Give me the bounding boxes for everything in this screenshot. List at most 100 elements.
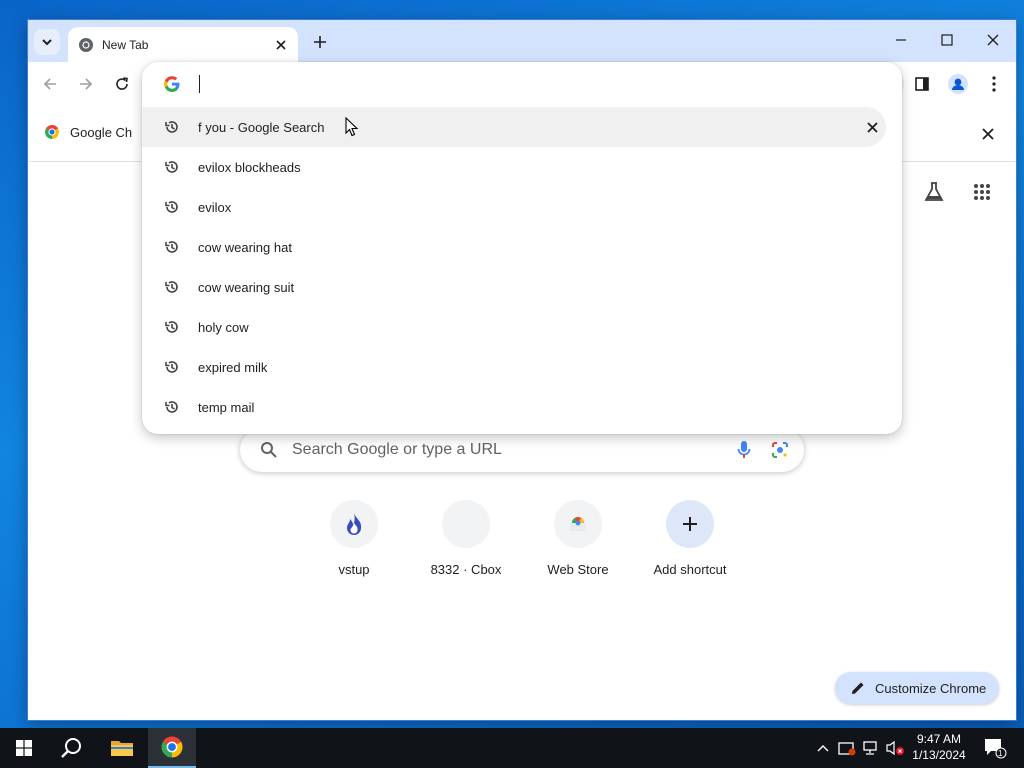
suggestion-text: temp mail	[198, 399, 255, 415]
menu-button[interactable]	[982, 72, 1006, 96]
chrome-window: New Tab Google Ch Search Google or type …	[28, 20, 1016, 720]
security-tray-icon[interactable]	[836, 728, 858, 768]
tab-title: New Tab	[102, 37, 149, 52]
forward-button[interactable]	[74, 72, 98, 96]
notification-center-button[interactable]: 1	[980, 728, 1010, 768]
suggestion-item[interactable]: holy cow	[142, 307, 902, 347]
tab-search-button[interactable]	[34, 29, 60, 55]
shortcut-tile[interactable]: Web Store	[522, 500, 634, 577]
close-icon	[982, 128, 994, 140]
tab-close-button[interactable]	[272, 36, 290, 54]
taskbar-clock[interactable]: 9:47 AM 1/13/2024	[906, 731, 972, 763]
taskbar-search-button[interactable]	[48, 728, 96, 768]
suggestion-text: cow wearing suit	[198, 279, 295, 295]
customize-label: Customize Chrome	[875, 680, 987, 696]
apps-button[interactable]	[968, 178, 996, 206]
suggestion-text: evilox	[198, 199, 232, 215]
apps-grid-icon	[974, 184, 990, 200]
suggestion-item[interactable]: temp mail	[142, 387, 902, 427]
notification-icon	[985, 739, 1007, 759]
maximize-button[interactable]	[933, 28, 961, 52]
suggestion-item[interactable]: expired milk	[142, 347, 902, 387]
network-tray-icon[interactable]	[860, 728, 882, 768]
windows-logo-icon	[16, 740, 32, 756]
side-panel-button[interactable]	[910, 72, 934, 96]
add-shortcut-button[interactable]: Add shortcut	[634, 500, 746, 577]
security-icon	[838, 742, 856, 756]
search-icon	[261, 442, 277, 458]
file-explorer-button[interactable]	[98, 728, 146, 768]
volume-muted-icon	[886, 740, 904, 756]
shortcut-tile[interactable]: 8332 · Cbox	[410, 500, 522, 577]
bookmark-item[interactable]: Google Ch	[44, 124, 132, 140]
history-icon	[165, 401, 178, 413]
shortcut-icon-circle	[554, 500, 602, 548]
close-icon	[866, 121, 878, 133]
chevron-up-icon	[817, 745, 829, 752]
clock-date: 1/13/2024	[912, 748, 966, 762]
remove-suggestion-button[interactable]	[862, 117, 882, 137]
suggestion-item[interactable]: evilox	[142, 187, 902, 227]
arrow-left-icon	[43, 78, 56, 90]
info-bar-close-button[interactable]	[978, 124, 998, 144]
bookmark-label: Google Ch	[70, 124, 133, 140]
suggestion-text: f you - Google Search	[198, 119, 325, 135]
suggestion-item[interactable]: cow wearing suit	[142, 267, 902, 307]
blank-icon	[442, 500, 490, 548]
history-icon	[165, 361, 178, 373]
minimize-icon	[896, 39, 906, 41]
side-panel-icon	[915, 77, 929, 91]
suggestion-item[interactable]: cow wearing hat	[142, 227, 902, 267]
close-icon	[987, 34, 999, 46]
lens-search-button[interactable]	[768, 438, 792, 462]
google-g-icon	[164, 76, 180, 92]
volume-tray-icon[interactable]	[884, 728, 906, 768]
chrome-favicon-icon	[79, 37, 93, 52]
flame-icon	[347, 513, 362, 535]
shortcuts: vstup 8332 · Cbox Web Store Add shortcut	[298, 500, 746, 577]
chrome-logo-icon	[45, 125, 59, 139]
shortcut-icon-circle	[666, 500, 714, 548]
pencil-icon	[852, 682, 864, 694]
ntp-search-placeholder: Search Google or type a URL	[292, 441, 502, 458]
network-icon	[863, 741, 877, 755]
folder-icon	[111, 741, 133, 756]
tab-new-tab[interactable]: New Tab	[68, 27, 298, 62]
suggestion-text: expired milk	[198, 359, 268, 375]
history-icon	[165, 201, 178, 213]
voice-search-button[interactable]	[732, 438, 756, 462]
history-icon	[165, 121, 178, 133]
shortcut-tile[interactable]: vstup	[298, 500, 410, 577]
customize-chrome-button[interactable]: Customize Chrome	[835, 672, 999, 704]
back-button[interactable]	[38, 72, 62, 96]
reload-button[interactable]	[110, 72, 134, 96]
shortcut-icon-circle	[330, 500, 378, 548]
tab-strip: New Tab	[28, 20, 1016, 62]
plus-icon	[314, 36, 326, 48]
suggestion-list: f you - Google Search evilox blockheads …	[142, 107, 902, 427]
arrow-right-icon	[80, 78, 93, 90]
shortcut-label: Add shortcut	[653, 562, 727, 577]
start-button[interactable]	[0, 728, 48, 768]
chrome-taskbar-button[interactable]	[148, 728, 196, 768]
labs-button[interactable]	[920, 178, 948, 206]
suggestion-item[interactable]: evilox blockheads	[142, 147, 902, 187]
shortcut-label: Web Store	[547, 562, 609, 577]
omnibox-input[interactable]	[142, 62, 902, 106]
history-icon	[165, 281, 178, 293]
show-hidden-icons-button[interactable]	[814, 728, 832, 768]
suggestion-text: cow wearing hat	[198, 239, 292, 255]
ntp-search-box[interactable]: Search Google or type a URL	[240, 428, 804, 472]
new-tab-button[interactable]	[308, 30, 332, 54]
close-icon	[276, 39, 286, 50]
taskbar: 9:47 AM 1/13/2024 1	[0, 728, 1024, 768]
profile-button[interactable]	[946, 72, 970, 96]
clock-time: 9:47 AM	[916, 732, 962, 746]
minimize-button[interactable]	[887, 28, 915, 52]
reload-icon	[116, 77, 128, 90]
shortcut-label: vstup	[338, 562, 370, 577]
flask-icon	[924, 182, 944, 201]
suggestion-item[interactable]: f you - Google Search	[142, 107, 886, 147]
kebab-menu-icon	[992, 76, 996, 92]
close-window-button[interactable]	[979, 28, 1007, 52]
